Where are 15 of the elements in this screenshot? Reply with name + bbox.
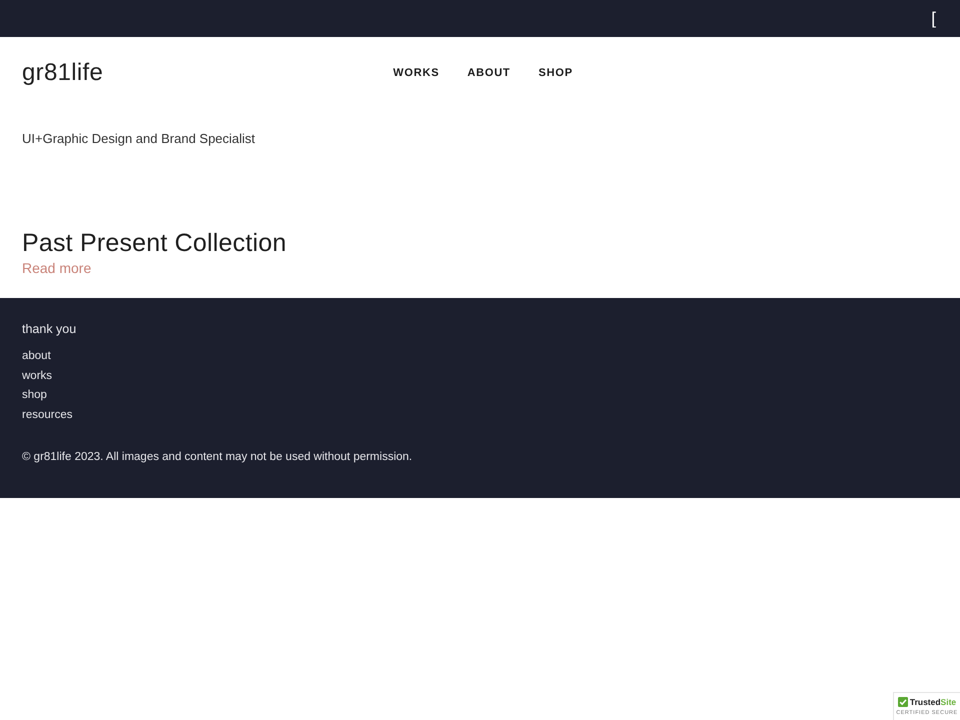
footer-link[interactable]: about (22, 349, 51, 364)
nav-link[interactable]: WORKS (393, 67, 440, 79)
badge-brand: TrustedSite (910, 696, 956, 706)
nav-link[interactable]: ABOUT (467, 67, 510, 79)
bracket-glyph[interactable]: [ (931, 10, 936, 27)
footer-heading: thank you (22, 321, 78, 337)
footer-link[interactable]: resources (22, 408, 72, 423)
checkmark-icon (898, 696, 908, 706)
tagline: UI+Graphic Design and Brand Specialist (22, 130, 256, 148)
footer-link[interactable]: works (22, 368, 52, 384)
nav-link[interactable]: SHOP (538, 67, 573, 79)
copyright-text: © gr81life 2023. All images and content may not be used without permission. (22, 450, 414, 465)
footer-link[interactable]: shop (22, 388, 47, 404)
site-logo[interactable]: gr81life (22, 59, 104, 87)
post-title: Past Present Collection (22, 228, 286, 258)
